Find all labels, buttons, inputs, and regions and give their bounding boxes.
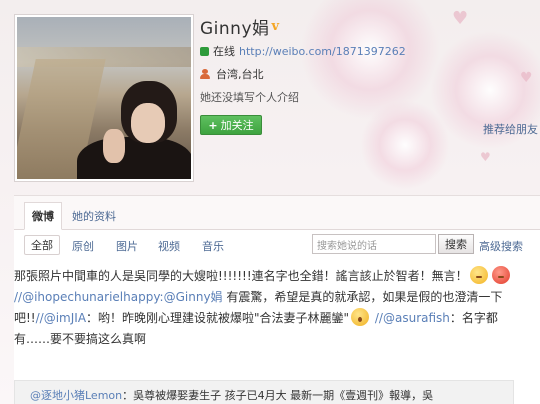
avatar-photo — [17, 17, 191, 179]
repost-text: ：吳尊被爆娶妻生子 孩子已4月大 最新一期《壹週刊》報導，吳 — [122, 389, 434, 402]
profile-avatar[interactable] — [14, 14, 194, 182]
tab-weibo[interactable]: 微博 — [24, 202, 62, 230]
photo-person-face — [131, 103, 165, 143]
tab-profile-info[interactable]: 她的资料 — [72, 208, 116, 224]
post-text: 有……要不要搞这么真啊 — [14, 332, 147, 346]
repost-box: @逐地小猪Lemon：吳尊被爆娶妻生子 孩子已4月大 最新一期《壹週刊》報導，吳 — [14, 380, 514, 404]
verified-icon: v — [271, 19, 280, 34]
filter-original[interactable]: 原创 — [72, 238, 94, 254]
post-line: 那張照片中間車的人是吳同學的大嫂啦!!!!!!!連名字也全錯！謠言該止於智者！無… — [14, 266, 540, 287]
heart-decoration-icon: ♥ — [480, 150, 491, 164]
follow-button-label: 加关注 — [220, 119, 254, 132]
angry-emoji-icon — [491, 266, 510, 284]
repost-author-link[interactable]: @逐地小猪Lemon — [30, 389, 122, 402]
heart-decoration-icon: ♥ — [520, 70, 533, 86]
mention-link[interactable]: @Ginny娟 — [164, 290, 223, 304]
weibo-post: 那張照片中間車的人是吳同學的大嫂啦!!!!!!!連名字也全錯！謠言該止於智者！無… — [14, 266, 540, 350]
plus-icon: + — [208, 118, 218, 132]
content-panel: 微博 她的资料 全部 原创 图片 视频 音乐 搜索她说的话 搜索 高级搜索 那張… — [14, 195, 540, 404]
recommend-to-friends-link[interactable]: 推荐给朋友 — [483, 121, 538, 137]
shocked-emoji-icon — [351, 308, 370, 326]
photo-person-hand — [103, 129, 125, 163]
shy-emoji-icon — [469, 266, 488, 284]
filter-videos[interactable]: 视频 — [158, 238, 180, 254]
post-text: ：名字都 — [449, 311, 498, 325]
online-row: 在线 http://weibo.com/1871397262 — [200, 43, 406, 59]
background-sparkle — [360, 100, 450, 190]
profile-name-row: Ginny娟 v — [200, 14, 279, 39]
heart-decoration-icon: ♥ — [452, 8, 469, 29]
profile-url-link[interactable]: http://weibo.com/1871397262 — [239, 45, 406, 58]
filter-music[interactable]: 音乐 — [202, 238, 224, 254]
advanced-search-link[interactable]: 高级搜索 — [479, 238, 523, 254]
profile-name: Ginny娟 — [200, 19, 270, 39]
photo-person-body — [77, 137, 191, 179]
search-button[interactable]: 搜索 — [438, 234, 474, 254]
mention-link[interactable]: //@asurafish — [371, 311, 450, 325]
online-status: 在线 — [213, 45, 235, 58]
profile-bio: 她还没填写个人介绍 — [200, 91, 299, 104]
post-line: 有……要不要搞这么真啊 — [14, 329, 540, 350]
post-text: 那張照片中間車的人是吳同學的大嫂啦!!!!!!!連名字也全錯！謠言該止於智者！無… — [14, 269, 468, 283]
online-status-icon — [200, 46, 209, 56]
filter-images[interactable]: 图片 — [116, 238, 138, 254]
mention-link[interactable]: //@imJIA — [36, 311, 86, 325]
person-icon — [200, 68, 210, 80]
post-line: 吧!!//@imJIA：哟！昨晚刚心理建设就被爆啦"合法妻子林麗鑾" //@as… — [14, 308, 540, 329]
post-text: ：哟！昨晚刚心理建设就被爆啦"合法妻子林麗鑾" — [86, 311, 350, 325]
follow-button[interactable]: + 加关注 — [200, 115, 262, 135]
filter-all[interactable]: 全部 — [24, 235, 60, 255]
tab-bar: 微博 她的资料 — [14, 196, 540, 230]
location-text: 台湾,台北 — [216, 68, 264, 81]
location-row: 台湾,台北 — [200, 66, 264, 82]
post-text: 吧!! — [14, 311, 36, 325]
post-line: //@ihopechunarielhappy:@Ginny娟 有震驚，希望是真的… — [14, 287, 540, 308]
mention-link[interactable]: //@ihopechunarielhappy: — [14, 290, 164, 304]
post-text: 有震驚，希望是真的就承認，如果是假的也澄清一下 — [222, 290, 503, 304]
search-input[interactable]: 搜索她说的话 — [312, 234, 436, 254]
